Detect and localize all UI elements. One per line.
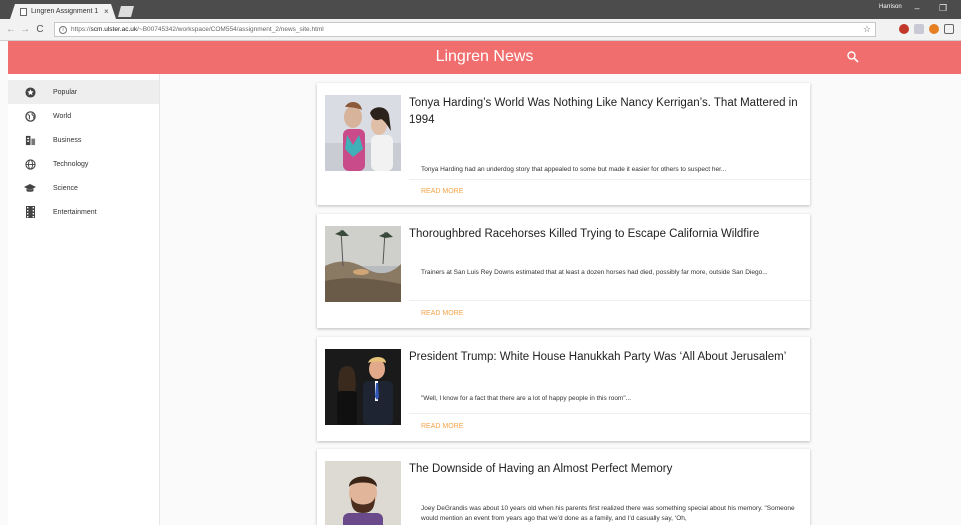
tab-close-icon[interactable]: × (104, 7, 116, 16)
sidebar-item-business[interactable]: Business (8, 128, 159, 152)
article-description: Tonya Harding had an underdog story that… (421, 166, 727, 173)
read-more-link[interactable]: READ MORE (421, 310, 463, 317)
browser-tab[interactable]: Lingren Assignment 1 × (10, 4, 116, 19)
forward-icon[interactable]: → (20, 24, 30, 35)
article-image[interactable] (325, 95, 401, 171)
sidebar-item-entertainment[interactable]: Entertainment (8, 200, 159, 224)
sidebar-item-technology[interactable]: Technology (8, 152, 159, 176)
card-divider (409, 300, 810, 301)
sidebar-item-world[interactable]: World (8, 104, 159, 128)
language-icon (24, 158, 36, 170)
article-image[interactable] (325, 349, 401, 425)
extension-icon[interactable] (929, 24, 939, 34)
article-description: Joey DeGrandis was about 10 years old wh… (421, 505, 795, 522)
globe-icon (24, 110, 36, 122)
article-title[interactable]: President Trump: White House Hanukkah Pa… (409, 349, 809, 366)
sidebar-item-label: World (53, 112, 72, 120)
news-feed: Tonya Harding’s World Was Nothing Like N… (160, 74, 961, 525)
app-header: Lingren News (8, 41, 961, 74)
article-title[interactable]: The Downside of Having an Almost Perfect… (409, 461, 809, 478)
article-image[interactable] (325, 461, 401, 525)
star-icon (24, 86, 36, 98)
url-protocol: https:// (71, 26, 91, 33)
tab-title: Lingren Assignment 1 (31, 8, 99, 15)
new-tab-button[interactable] (118, 6, 134, 17)
film-icon (24, 206, 36, 218)
profile-name[interactable]: Harrison (879, 4, 902, 10)
building-icon (24, 134, 36, 146)
page-icon (20, 7, 27, 16)
search-icon[interactable] (846, 50, 860, 64)
bookmark-star-icon[interactable]: ☆ (863, 24, 871, 35)
article-card: Tonya Harding’s World Was Nothing Like N… (317, 83, 810, 205)
browser-titlebar: Lingren Assignment 1 × Harrison – ❐ (0, 0, 961, 19)
article-card: President Trump: White House Hanukkah Pa… (317, 337, 810, 441)
card-divider (409, 413, 810, 414)
card-divider (409, 179, 810, 180)
back-icon[interactable]: ← (6, 24, 16, 35)
sidebar-item-science[interactable]: Science (8, 176, 159, 200)
sidebar-item-popular[interactable]: Popular (8, 80, 159, 104)
site-title: Lingren News (435, 48, 534, 65)
article-card: Thoroughbred Racehorses Killed Trying to… (317, 214, 810, 328)
url-host: scm.ulster.ac.uk (90, 26, 138, 33)
article-description: "Well, I know for a fact that there are … (421, 395, 632, 402)
sidebar-item-label: Business (53, 136, 82, 144)
read-more-link[interactable]: READ MORE (421, 188, 463, 195)
info-icon[interactable]: i (59, 25, 67, 34)
extension-icon[interactable] (914, 24, 924, 34)
article-title[interactable]: Thoroughbred Racehorses Killed Trying to… (409, 226, 809, 243)
cast-icon[interactable] (944, 24, 954, 34)
browser-toolbar: ← → C i https://scm.ulster.ac.uk/~B00745… (0, 19, 961, 41)
sidebar-item-label: Entertainment (53, 208, 97, 216)
minimize-icon[interactable]: – (910, 3, 924, 13)
sidebar-item-label: Technology (53, 160, 89, 168)
sidebar-item-label: Popular (53, 88, 78, 96)
article-description: Trainers at San Luis Rey Downs estimated… (421, 269, 768, 276)
reload-icon[interactable]: C (35, 24, 45, 35)
graduation-cap-icon (24, 182, 36, 194)
sidebar: Popular World Business Technology Scienc… (8, 74, 160, 525)
address-bar[interactable]: i https://scm.ulster.ac.uk/~B00745342/wo… (54, 22, 876, 37)
article-title[interactable]: Tonya Harding’s World Was Nothing Like N… (409, 95, 809, 129)
article-card: The Downside of Having an Almost Perfect… (317, 449, 810, 525)
url-path: /~B00745342/workspace/COM554/assignment_… (137, 26, 324, 33)
sidebar-item-label: Science (53, 184, 78, 192)
read-more-link[interactable]: READ MORE (421, 423, 463, 430)
shield-extension-icon[interactable] (899, 24, 909, 34)
restore-icon[interactable]: ❐ (936, 3, 950, 14)
article-image[interactable] (325, 226, 401, 302)
